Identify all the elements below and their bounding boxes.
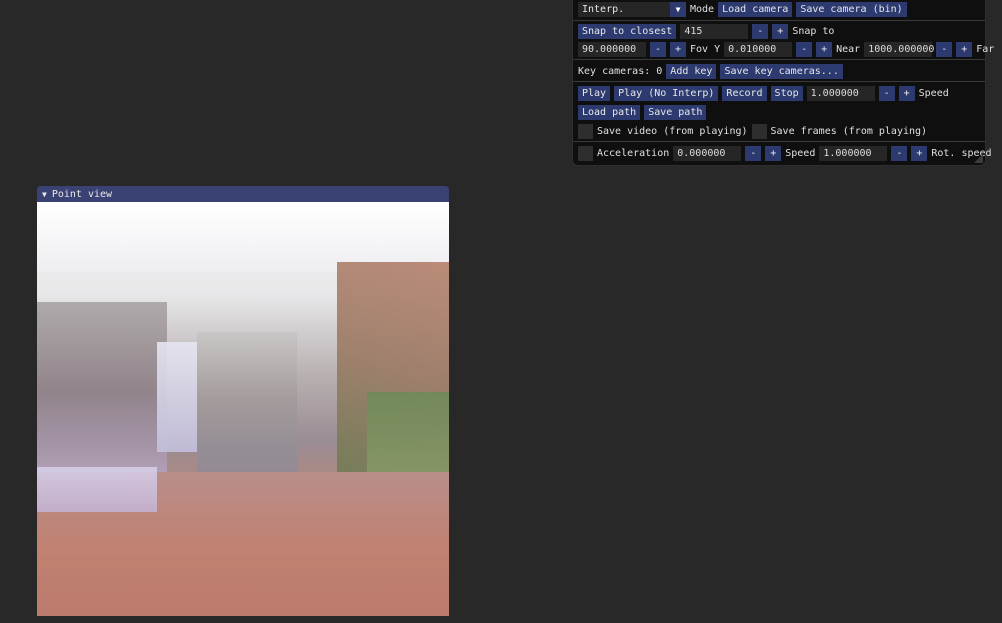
fov-label: Fov Y [690,43,721,55]
separator [573,59,985,60]
mode-combo-value: Interp. [582,3,625,15]
acceleration-increment-button[interactable]: + [765,145,782,161]
camera-panel: Interp. ▼ Mode Load camera Save camera (… [572,0,994,166]
save-frames-checkbox[interactable] [751,123,767,139]
separator [573,20,985,21]
far-input[interactable]: 1000.000000 [864,41,934,57]
fov-input[interactable]: 90.000000 [578,41,646,57]
mode-label: Mode [690,3,715,15]
record-button[interactable]: Record [722,85,767,101]
play-button[interactable]: Play [578,85,611,101]
snap-label: Snap to [792,25,835,37]
speed-decrement-button[interactable]: - [891,145,908,161]
play-no-interp-button[interactable]: Play (No Interp) [614,85,719,101]
render-waterfall [157,342,197,452]
speed-label: Speed [785,147,816,159]
snap-input[interactable]: 415 [680,23,749,39]
save-video-checkbox[interactable] [578,123,593,139]
add-key-button[interactable]: Add key [666,63,717,79]
save-video-label: Save video (from playing) [597,125,748,137]
play-speed-input[interactable]: 1.000000 [806,85,875,101]
save-frames-label: Save frames (from playing) [770,125,928,137]
chevron-down-icon[interactable]: ▼ [670,1,686,17]
play-speed-decrement-button[interactable]: - [878,85,895,101]
snap-to-closest-button[interactable]: Snap to closest [578,23,677,39]
save-key-cameras-button[interactable]: Save key cameras... [720,63,843,79]
near-decrement-button[interactable]: - [796,41,813,57]
speed-input[interactable]: 1.000000 [819,145,888,161]
export-row: Save video (from playing) Save frames (f… [578,123,927,139]
fov-decrement-button[interactable]: - [650,41,666,57]
far-decrement-button[interactable]: - [936,41,953,57]
render-rock-center [197,332,297,472]
resize-grip[interactable] [974,154,983,163]
acceleration-label: Acceleration [597,147,670,159]
save-camera-bin-button[interactable]: Save camera (bin) [796,1,907,17]
motion-row: Acceleration 0.000000 - + Speed 1.000000… [578,145,992,161]
point-view-title-bar[interactable]: ▼ Point view [37,186,449,202]
acceleration-checkbox[interactable] [578,145,593,161]
load-path-button[interactable]: Load path [578,104,641,120]
key-cameras-count: Key cameras: 0 [578,65,663,77]
speed-increment-button[interactable]: + [911,145,928,161]
near-increment-button[interactable]: + [816,41,833,57]
acceleration-decrement-button[interactable]: - [745,145,762,161]
load-camera-button[interactable]: Load camera [718,1,793,17]
stop-button[interactable]: Stop [770,85,803,101]
near-label: Near [836,43,861,55]
point-view-window: ▼ Point view [37,186,449,616]
path-row: Load path Save path [578,104,707,120]
far-label: Far [976,43,995,55]
render-trees-left [37,302,167,482]
point-view-render[interactable] [37,202,449,616]
point-view-title: Point view [51,188,113,200]
snap-increment-button[interactable]: + [772,23,789,39]
mode-row: Interp. ▼ Mode Load camera Save camera (… [578,1,907,17]
snap-decrement-button[interactable]: - [752,23,769,39]
play-speed-increment-button[interactable]: + [898,85,915,101]
mode-combo[interactable]: Interp. ▼ [578,1,686,17]
acceleration-input[interactable]: 0.000000 [673,145,742,161]
render-water-left [37,467,157,512]
collapse-triangle-icon[interactable]: ▼ [42,190,47,199]
playback-row: Play Play (No Interp) Record Stop 1.0000… [578,85,949,101]
separator [573,141,985,142]
snap-row: Snap to closest 415 - + Snap to [578,23,834,39]
fov-increment-button[interactable]: + [670,41,686,57]
save-path-button[interactable]: Save path [644,104,707,120]
render-foliage-right [367,392,449,482]
play-speed-label: Speed [918,87,949,99]
far-increment-button[interactable]: + [956,41,973,57]
near-input[interactable]: 0.010000 [724,41,793,57]
projection-row: 90.000000 - + Fov Y 0.010000 - + Near 10… [578,41,994,57]
separator [573,81,985,82]
key-cameras-row: Key cameras: 0 Add key Save key cameras.… [578,63,843,79]
